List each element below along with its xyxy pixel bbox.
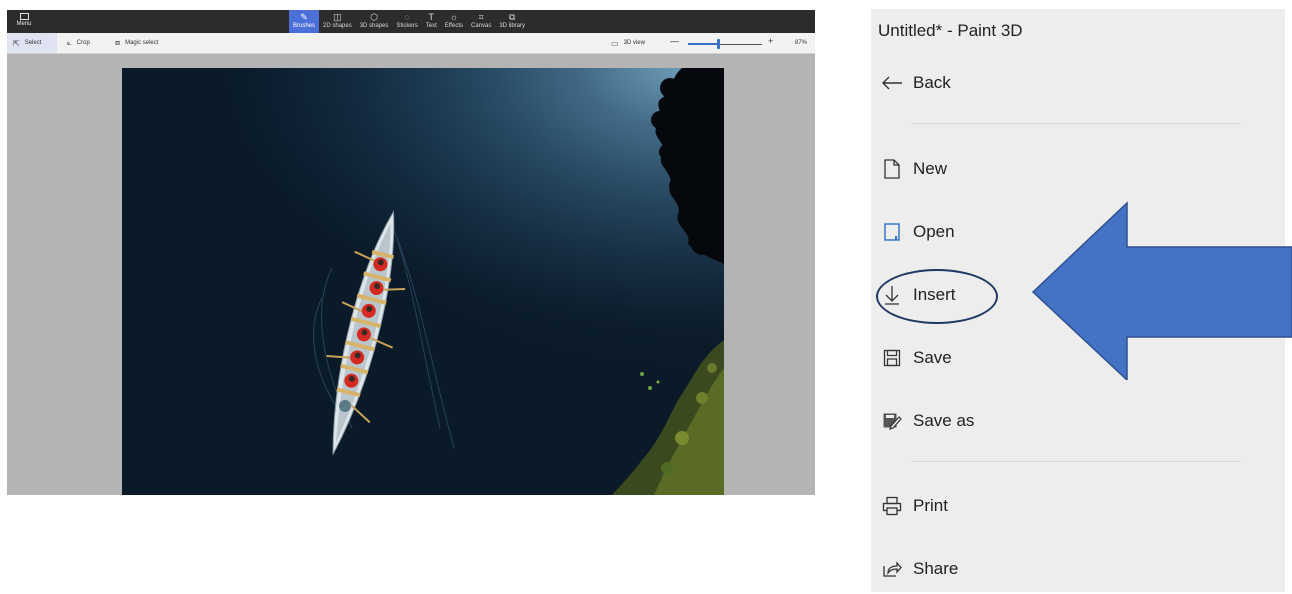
stickers-icon: ◌ [404, 12, 410, 22]
tool-tab-label: 3D shapes [359, 23, 389, 29]
canvas-icon: ⌗ [478, 12, 484, 22]
tool-tab-label: Text [425, 23, 437, 29]
menu-item-label: New [913, 159, 948, 178]
cursor-arrow-icon: ⇱ [13, 38, 20, 48]
3d-library-icon: ⧉ [508, 12, 516, 22]
back-label: Back [913, 73, 951, 92]
share-icon [881, 557, 903, 581]
crop-icon: ⟀ [67, 38, 72, 47]
save-disk-icon [881, 346, 903, 370]
save-as-icon [881, 409, 903, 433]
menu-item-label: Print [913, 496, 948, 515]
menu-icon [19, 13, 29, 20]
menu-item-new[interactable]: New [871, 144, 1285, 194]
tool-tab-label: Effects [444, 23, 463, 29]
tool-tab-brushes[interactable]: ✎ Brushes [289, 10, 320, 33]
tool-tab-label: Brushes [293, 23, 316, 29]
tool-tab-label: 2D shapes [323, 23, 352, 29]
crop-button[interactable]: ⟀ Crop [67, 33, 90, 53]
tool-tab-label: 3D library [499, 23, 526, 29]
menu-item-label: Save as [913, 411, 975, 430]
3d-view-button[interactable]: ▭ 3D view [611, 33, 645, 53]
text-icon: T [428, 12, 434, 22]
back-arrow-icon [881, 71, 903, 95]
pointer-arrow [1031, 201, 1292, 380]
menu-item-label: Insert [913, 285, 956, 304]
tool-tab-3d-library[interactable]: ⧉ 3D library [495, 10, 529, 33]
menu-item-save-as[interactable]: Save as [871, 396, 1285, 446]
new-file-icon [881, 157, 903, 181]
tool-tab-text[interactable]: T Text [422, 10, 441, 33]
menu-label: Menu [16, 21, 32, 27]
printer-icon [881, 494, 903, 518]
top-toolbar: Menu ✎ Brushes ◫ 2D shapes ⬡ 3D shapes ◌ Sticke… [7, 10, 815, 33]
magic-select-icon: ⧈ [115, 38, 121, 47]
open-folder-icon [881, 220, 903, 244]
tool-tab-stickers[interactable]: ◌ Stickers [392, 10, 421, 33]
crop-label: Crop [76, 40, 90, 46]
tool-tab-label: Stickers [396, 23, 418, 29]
zoom-level: 87% [795, 40, 808, 46]
window-title: Untitled* - Paint 3D [878, 21, 1023, 40]
menu-button[interactable]: Menu [11, 11, 37, 32]
menu-item-label: Save [913, 348, 952, 367]
menu-divider [911, 461, 1241, 462]
zoom-slider-fill [688, 43, 718, 45]
secondary-toolbar: ⇱ Select ⟀ Crop ⧈ Magic select ▭ 3D view… [7, 33, 815, 54]
tool-tab-2d-shapes[interactable]: ◫ 2D shapes [319, 10, 356, 33]
canvas-image[interactable] [122, 68, 724, 495]
select-label: Select [24, 40, 42, 46]
back-button[interactable]: Back [871, 58, 1285, 108]
zoom-out-button[interactable]: — [670, 36, 679, 46]
insert-download-icon [881, 283, 903, 307]
zoom-slider-thumb[interactable] [716, 39, 720, 49]
brush-icon: ✎ [300, 12, 308, 22]
menu-item-share[interactable]: Share [871, 544, 1285, 594]
zoom-in-button[interactable]: + [768, 36, 773, 46]
menu-item-label: Open [913, 222, 955, 241]
3d-view-label: 3D view [623, 40, 645, 46]
paint3d-window: Menu ✎ Brushes ◫ 2D shapes ⬡ 3D shapes ◌ Sticke… [7, 10, 815, 495]
2d-shapes-icon: ◫ [333, 12, 342, 22]
3d-shapes-icon: ⬡ [370, 12, 378, 22]
select-button[interactable]: ⇱ Select [7, 33, 57, 53]
magic-select-button[interactable]: ⧈ Magic select [115, 33, 158, 53]
tool-tab-canvas[interactable]: ⌗ Canvas [467, 10, 495, 33]
effects-icon: ☼ [449, 12, 458, 22]
menu-divider [911, 123, 1241, 124]
tool-tabs: ✎ Brushes ◫ 2D shapes ⬡ 3D shapes ◌ Stickers T Te… [289, 10, 529, 33]
canoe-photo [122, 68, 724, 495]
tool-tab-label: Canvas [470, 23, 492, 29]
magic-select-label: Magic select [125, 40, 159, 46]
3d-view-icon: ▭ [611, 38, 619, 48]
menu-item-label: Share [913, 559, 959, 578]
tool-tab-effects[interactable]: ☼ Effects [441, 10, 467, 33]
menu-item-print[interactable]: Print [871, 481, 1285, 531]
tool-tab-3d-shapes[interactable]: ⬡ 3D shapes [356, 10, 393, 33]
